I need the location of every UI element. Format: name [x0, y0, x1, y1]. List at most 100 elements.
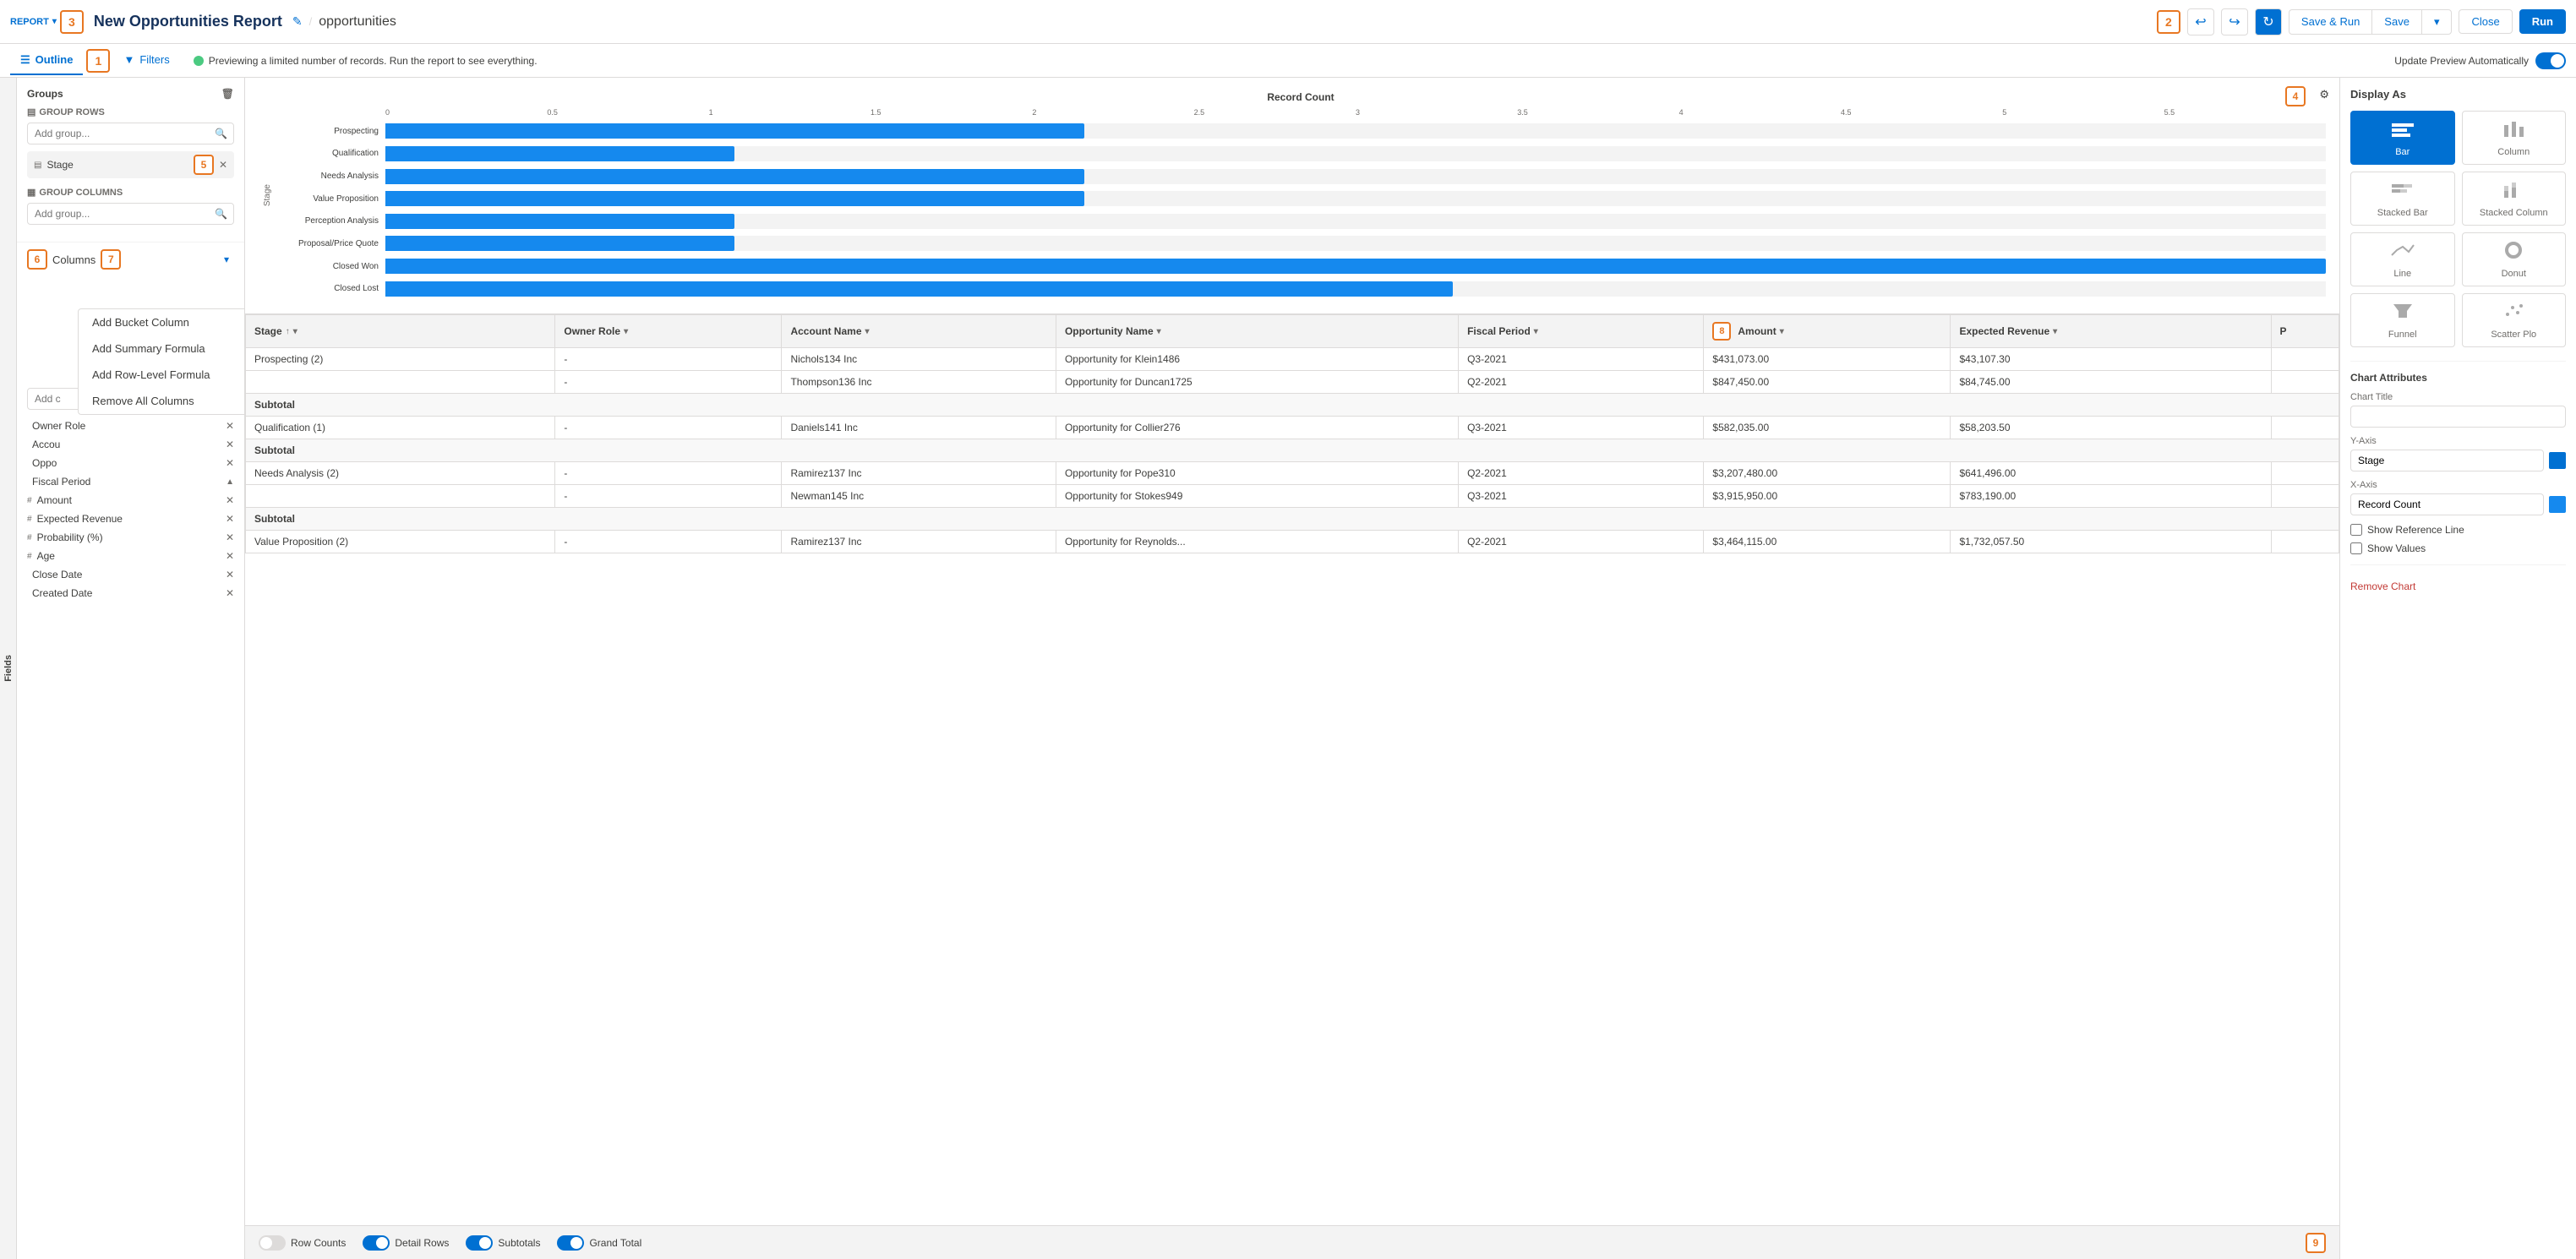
chart-settings-icon[interactable]: ⚙ [2319, 88, 2329, 101]
subtotals-toggle[interactable] [466, 1235, 493, 1251]
remove-opportunity[interactable]: ✕ [226, 457, 234, 469]
edit-title-icon[interactable]: ✎ [292, 14, 303, 29]
remove-close-date[interactable]: ✕ [226, 569, 234, 580]
columns-section: 6 Columns 7 ▾ Add Bucket Column Add Summ… [17, 243, 244, 602]
column-chart-icon [2470, 118, 2559, 144]
annotation-5: 5 [194, 155, 214, 175]
remove-created-date[interactable]: ✕ [226, 587, 234, 599]
detail-rows-toggle[interactable] [363, 1235, 390, 1251]
table-row: Qualification (1) - Daniels141 Inc Oppor… [246, 417, 2339, 439]
show-reference-line-label: Show Reference Line [2367, 524, 2464, 536]
filters-tab[interactable]: ▼ Filters [113, 46, 179, 74]
col-age: # Age ✕ [17, 547, 244, 565]
report-chevron-icon[interactable]: ▾ [52, 17, 57, 26]
divider-1 [2350, 361, 2566, 362]
table-row: Prospecting (2) - Nichols134 Inc Opportu… [246, 348, 2339, 371]
display-option-stacked-bar[interactable]: Stacked Bar [2350, 172, 2455, 226]
remove-amount[interactable]: ✕ [226, 494, 234, 506]
expected-filter-icon[interactable]: ▾ [2053, 327, 2057, 336]
display-option-donut[interactable]: Donut [2462, 232, 2567, 286]
bar-chart-icon [2358, 118, 2448, 144]
add-summary-formula-item[interactable]: Add Summary Formula [79, 335, 245, 362]
display-option-funnel[interactable]: Funnel [2350, 293, 2455, 347]
outline-tab[interactable]: ☰ Outline [10, 46, 83, 75]
redo-button[interactable]: ↪ [2221, 8, 2248, 35]
display-option-bar[interactable]: Bar [2350, 111, 2455, 165]
add-row-level-formula-item[interactable]: Add Row-Level Formula [79, 362, 245, 388]
bar-closed-won: Closed Won [276, 256, 2326, 276]
funnel-chart-icon [2358, 301, 2448, 326]
show-reference-line-row: Show Reference Line [2350, 524, 2566, 536]
rows-icon: ▤ [27, 106, 35, 117]
add-group-col-input[interactable] [27, 203, 234, 225]
col-fiscal-expand[interactable]: ▲ [226, 477, 234, 487]
save-run-button[interactable]: Save & Run [2289, 9, 2371, 35]
scatter-chart-icon [2470, 301, 2559, 326]
remove-expected-revenue[interactable]: ✕ [226, 513, 234, 525]
th-owner-role: Owner Role▾ [555, 315, 782, 348]
display-option-line[interactable]: Line [2350, 232, 2455, 286]
remove-owner-role[interactable]: ✕ [226, 420, 234, 432]
save-button[interactable]: Save [2371, 9, 2421, 35]
display-option-column[interactable]: Column [2462, 111, 2567, 165]
columns-header: 6 Columns 7 ▾ [17, 243, 244, 276]
close-button[interactable]: Close [2459, 9, 2512, 34]
x-axis-input[interactable] [2350, 493, 2544, 515]
y-axis-label: Y-Axis [2350, 436, 2566, 446]
show-values-checkbox[interactable] [2350, 542, 2362, 554]
add-bucket-column-item[interactable]: Add Bucket Column [79, 309, 245, 335]
remove-age[interactable]: ✕ [226, 550, 234, 562]
add-group-col-wrap: 🔍 [27, 203, 234, 225]
auto-preview-switch[interactable] [2535, 52, 2566, 69]
table-row: Subtotal [246, 508, 2339, 531]
table-row: Subtotal [246, 439, 2339, 462]
header-annotation-2: 2 [2157, 10, 2180, 34]
grand-total-toggle[interactable] [557, 1235, 584, 1251]
save-run-group: Save & Run Save ▾ [2289, 9, 2453, 35]
th-fiscal-period: Fiscal Period▾ [1459, 315, 1704, 348]
fields-label: Fields [3, 655, 14, 682]
annotation-4: 4 [2285, 86, 2306, 106]
center-panel: ⚙ 4 Stage Record Count 0 0.5 1 1.5 [245, 78, 2339, 1259]
y-axis-input[interactable] [2350, 450, 2544, 471]
remove-all-columns-item[interactable]: Remove All Columns [79, 388, 245, 414]
account-filter-icon[interactable]: ▾ [865, 327, 870, 336]
stacked-bar-icon [2358, 179, 2448, 204]
row-counts-toggle[interactable] [259, 1235, 286, 1251]
owner-filter-icon[interactable]: ▾ [624, 327, 628, 336]
report-title: New Opportunities Report [94, 13, 282, 30]
save-dropdown-button[interactable]: ▾ [2421, 9, 2453, 35]
chart-attributes-title: Chart Attributes [2350, 372, 2566, 384]
search-icon-2: 🔍 [215, 208, 227, 220]
add-group-row-input[interactable] [27, 123, 234, 144]
chart-title-input[interactable] [2350, 406, 2566, 428]
display-as-grid: Bar Column Stacked Bar Stacked Column [2350, 111, 2566, 347]
show-reference-line-checkbox[interactable] [2350, 524, 2362, 536]
run-button[interactable]: Run [2519, 9, 2566, 34]
fiscal-filter-icon[interactable]: ▾ [1534, 327, 1538, 336]
remove-probability[interactable]: ✕ [226, 531, 234, 543]
row-counts-label: Row Counts [291, 1237, 346, 1249]
stage-sort-icon[interactable]: ↑ [286, 327, 290, 336]
x-axis-row [2350, 493, 2566, 515]
display-option-stacked-column[interactable]: Stacked Column [2462, 172, 2567, 226]
subtotals-label: Subtotals [498, 1237, 540, 1249]
report-label: REPORT ▾ [10, 17, 57, 27]
remove-stage-button[interactable]: ✕ [219, 159, 227, 171]
table-row: Subtotal [246, 394, 2339, 417]
display-as-title: Display As [2350, 88, 2566, 101]
fields-sidebar[interactable]: Fields [0, 78, 17, 1259]
opportunity-filter-icon[interactable]: ▾ [1157, 327, 1161, 336]
columns-dropdown-button[interactable]: ▾ [219, 252, 234, 267]
stage-filter-icon[interactable]: ▾ [293, 327, 297, 336]
undo-button[interactable]: ↩ [2187, 8, 2214, 35]
header-actions: 2 ↩ ↪ ↻ Save & Run Save ▾ Close Run [2157, 8, 2566, 35]
display-option-scatter[interactable]: Scatter Plo [2462, 293, 2567, 347]
annotation-1: 1 [86, 49, 110, 73]
remove-chart-button[interactable]: Remove Chart [2350, 575, 2415, 597]
remove-account[interactable]: ✕ [226, 439, 234, 450]
amount-filter-icon[interactable]: ▾ [1780, 327, 1784, 336]
delete-groups-icon[interactable]: 🗑 [221, 88, 234, 100]
refresh-button[interactable]: ↻ [2255, 8, 2282, 35]
table-area: Stage↑▾ Owner Role▾ Account Name▾ Opport… [245, 314, 2339, 1225]
